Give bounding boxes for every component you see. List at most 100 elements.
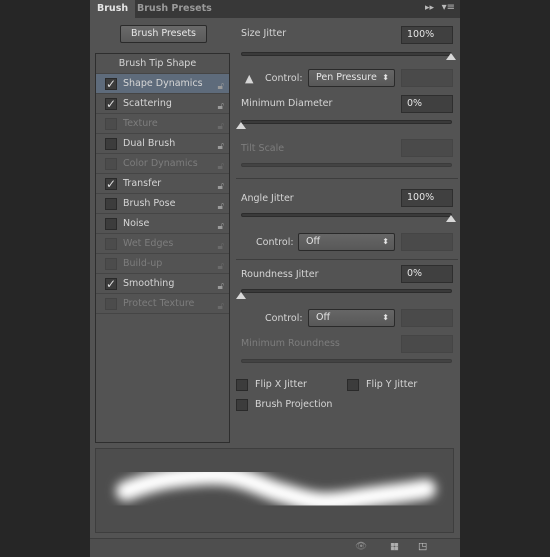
brush-settings-list: Brush Tip Shape Shape Dynamics🔓︎Scatteri… (95, 53, 230, 443)
minimum-roundness-input (401, 335, 453, 353)
divider (236, 259, 458, 260)
brush-option-shape-dynamics[interactable]: Shape Dynamics🔓︎ (96, 74, 229, 94)
option-label: Noise (123, 218, 150, 229)
roundness-jitter-input[interactable]: 0% (401, 265, 453, 283)
checkbox[interactable] (105, 274, 117, 294)
checkbox[interactable] (105, 258, 117, 270)
brush-projection-checkbox[interactable]: Brush Projection (236, 399, 386, 413)
checkbox[interactable] (105, 174, 117, 194)
brush-tip-shape-item[interactable]: Brush Tip Shape (96, 54, 229, 74)
divider (236, 178, 458, 179)
new-brush-icon[interactable]: ◳ (418, 541, 427, 552)
roundness-control-select[interactable]: Off ⬍ (308, 309, 395, 327)
brush-option-wet-edges[interactable]: Wet Edges 🔓︎ (96, 234, 229, 254)
brush-projection-label: Brush Projection (255, 399, 333, 410)
brush-option-dual-brush[interactable]: Dual Brush 🔓︎ (96, 134, 229, 154)
lock-icon[interactable]: 🔓︎ (218, 297, 224, 317)
brush-option-brush-pose[interactable]: Brush Pose 🔓︎ (96, 194, 229, 214)
stroke-preview-image (116, 464, 436, 513)
select-arrow-icon: ⬍ (382, 73, 389, 82)
size-jitter-input[interactable]: 100% (401, 26, 453, 44)
checkbox[interactable] (105, 218, 117, 230)
size-jitter-slider[interactable] (241, 52, 452, 56)
select-arrow-icon: ⬍ (382, 237, 389, 246)
size-jitter-label: Size Jitter (241, 28, 287, 39)
minimum-diameter-label: Minimum Diameter (241, 98, 333, 109)
option-label: Transfer (123, 178, 162, 189)
control-value: Pen Pressure (316, 72, 377, 83)
size-jitter-thumb[interactable] (446, 53, 456, 60)
option-label: Wet Edges (123, 238, 174, 249)
roundness-jitter-thumb[interactable] (236, 292, 246, 299)
checkbox[interactable] (347, 379, 359, 391)
minimum-diameter-thumb[interactable] (236, 122, 246, 129)
option-label: Color Dynamics (123, 158, 198, 169)
checkbox[interactable] (105, 118, 117, 130)
roundness-jitter-slider[interactable] (241, 289, 452, 293)
minimum-roundness-slider (241, 359, 452, 363)
bottom-toolbar: 👁 ▦ ◳ (90, 538, 460, 557)
tilt-scale-input (401, 139, 453, 157)
tab-brush[interactable]: Brush (90, 0, 136, 18)
brush-grid-icon[interactable]: ▦ (390, 541, 399, 552)
control-label: Control: (265, 73, 303, 84)
brush-presets-button[interactable]: Brush Presets (120, 25, 207, 43)
option-label: Scattering (123, 98, 172, 109)
brush-option-texture[interactable]: Texture 🔓︎ (96, 114, 229, 134)
control-value: Off (316, 312, 331, 323)
option-label: Protect Texture (123, 298, 195, 309)
checkbox[interactable] (236, 379, 248, 391)
option-label: Smoothing (123, 278, 175, 289)
control-select-pen-pressure[interactable]: Pen Pressure ⬍ (308, 69, 395, 87)
tilt-scale-slider (241, 163, 452, 167)
toggle-live-tip-icon[interactable]: 👁 (355, 541, 367, 552)
control-value: Off (306, 236, 321, 247)
checkbox[interactable] (105, 198, 117, 210)
control-extra-field (401, 69, 453, 87)
minimum-diameter-input[interactable]: 0% (401, 95, 453, 113)
option-label: Dual Brush (123, 138, 176, 149)
minimum-diameter-slider[interactable] (241, 120, 452, 124)
tab-brush-presets[interactable]: Brush Presets (130, 0, 219, 18)
flip-x-label: Flip X Jitter (255, 379, 307, 390)
select-arrow-icon: ⬍ (382, 313, 389, 322)
tab-bar: Brush Brush Presets ▸▸ ▾≡ (90, 0, 460, 18)
tilt-scale-label: Tilt Scale (241, 143, 285, 154)
option-label: Build-up (123, 258, 163, 269)
angle-control-select[interactable]: Off ⬍ (298, 233, 395, 251)
angle-jitter-thumb[interactable] (446, 215, 456, 222)
panel-menu-icon[interactable]: ▾≡ (442, 2, 455, 13)
option-label: Brush Pose (123, 198, 176, 209)
brush-stroke-preview (95, 448, 454, 533)
checkbox[interactable] (105, 74, 117, 94)
checkbox[interactable] (105, 158, 117, 170)
brush-option-build-up[interactable]: Build-up 🔓︎ (96, 254, 229, 274)
roundness-jitter-label: Roundness Jitter (241, 269, 319, 280)
brush-option-smoothing[interactable]: Smoothing🔓︎ (96, 274, 229, 294)
angle-jitter-input[interactable]: 100% (401, 189, 453, 207)
option-label: Shape Dynamics (123, 78, 203, 89)
angle-control-extra (401, 233, 453, 251)
angle-jitter-label: Angle Jitter (241, 193, 294, 204)
brush-option-scattering[interactable]: Scattering🔓︎ (96, 94, 229, 114)
option-label: Texture (123, 118, 158, 129)
collapse-icon[interactable]: ▸▸ (425, 3, 434, 13)
checkbox[interactable] (105, 298, 117, 310)
warning-icon: ▲ (245, 72, 254, 85)
control-label-2: Control: (256, 237, 294, 248)
checkbox[interactable] (105, 94, 117, 114)
flip-y-label: Flip Y Jitter (366, 379, 418, 390)
angle-jitter-slider[interactable] (241, 213, 452, 217)
brush-option-noise[interactable]: Noise 🔓︎ (96, 214, 229, 234)
checkbox[interactable] (105, 238, 117, 250)
brush-option-transfer[interactable]: Transfer🔓︎ (96, 174, 229, 194)
checkbox[interactable] (105, 138, 117, 150)
brush-option-color-dynamics[interactable]: Color Dynamics 🔓︎ (96, 154, 229, 174)
flip-y-jitter-checkbox[interactable]: Flip Y Jitter (347, 379, 457, 393)
brush-panel: Brush Brush Presets ▸▸ ▾≡ Brush Presets … (90, 0, 460, 557)
flip-x-jitter-checkbox[interactable]: Flip X Jitter (236, 379, 346, 393)
control-label-3: Control: (265, 313, 303, 324)
roundness-control-extra (401, 309, 453, 327)
brush-option-protect-texture[interactable]: Protect Texture 🔓︎ (96, 294, 229, 314)
checkbox[interactable] (236, 399, 248, 411)
